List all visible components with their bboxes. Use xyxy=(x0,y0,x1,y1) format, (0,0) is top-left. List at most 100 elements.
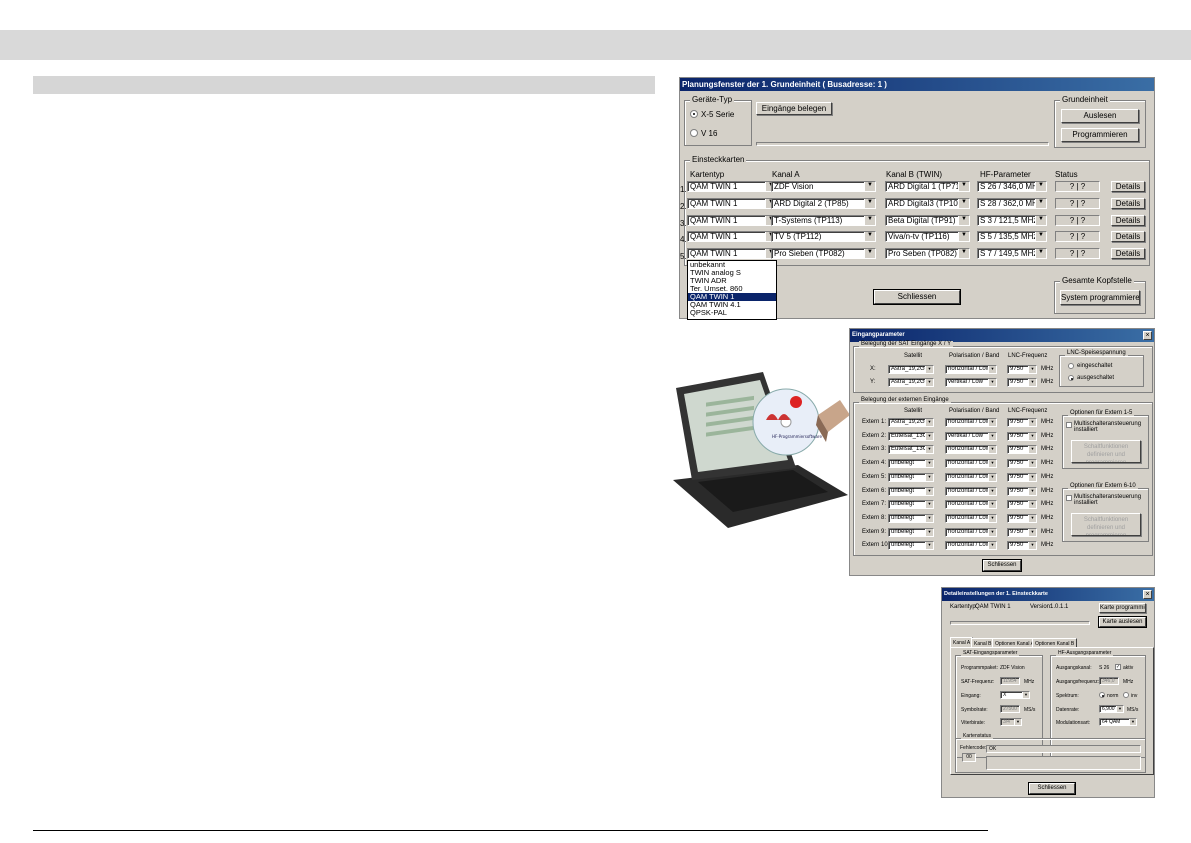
lnc-frequenz-select[interactable]: 9750 ▼ xyxy=(1007,527,1037,537)
eingaenge-belegen-button[interactable]: Eingänge belegen xyxy=(756,102,832,115)
lnc-frequenz-select[interactable]: 9750 ▼ xyxy=(1007,378,1037,387)
footer-line xyxy=(33,830,988,831)
hf-select[interactable]: S 3 / 121,5 MHz ▼ xyxy=(977,215,1047,226)
lnc-frequenz-select[interactable]: 9750 ▼ xyxy=(1007,365,1037,374)
details-button[interactable]: Details xyxy=(1111,231,1145,242)
polarisation-select[interactable]: horizontal / Low ▼ xyxy=(945,513,997,523)
polarisation-select[interactable]: horizontal / Low ▼ xyxy=(945,486,997,496)
multischalter-checkbox-2[interactable] xyxy=(1066,495,1072,501)
lnc-frequenz-select[interactable]: 9750 ▼ xyxy=(1007,431,1037,441)
schaltfunktionen-button-1[interactable]: Schaltfunktionen definieren und programm… xyxy=(1071,440,1141,463)
kartentyp-select[interactable]: QAM TWIN 1▼ xyxy=(687,198,777,209)
kanal-a-select[interactable]: TV 5 (TP112) ▼ xyxy=(771,231,876,242)
details-button[interactable]: Details xyxy=(1111,181,1145,192)
details-button[interactable]: Details xyxy=(1111,215,1145,226)
kartentyp-select[interactable]: QAM TWIN 1▼ xyxy=(687,248,777,259)
satellit-select[interactable]: Astra_19,2GO ▼ xyxy=(888,365,934,374)
aktiv-checkbox[interactable]: ✓ xyxy=(1115,664,1121,670)
kanal-b-select[interactable]: Beta Digital (TP91) ▼ xyxy=(885,215,970,226)
hf-select[interactable]: S 26 / 346,0 MHz ▼ xyxy=(977,181,1047,192)
dropdown-option[interactable]: QPSK-PAL xyxy=(688,309,776,317)
schaltfunktionen-button-2[interactable]: Schaltfunktionen definieren und programm… xyxy=(1071,513,1141,536)
close-icon[interactable]: × xyxy=(1143,331,1152,340)
close-icon[interactable]: × xyxy=(1143,590,1152,599)
sat-frequenz-field: 11954 xyxy=(1000,677,1020,685)
kartentyp-dropdown-list[interactable]: unbekannt TWIN analog S TWIN ADR Ter. Um… xyxy=(687,260,777,320)
karte-auslesen-button[interactable]: Karte auslesen xyxy=(1098,616,1147,628)
kanal-b-select[interactable]: Viva/n-tv (TP116) ▼ xyxy=(885,231,970,242)
lnc-frequenz-select[interactable]: 9750 ▼ xyxy=(1007,445,1037,455)
radio-v16[interactable] xyxy=(690,129,698,137)
system-programmieren-button[interactable]: System programmieren xyxy=(1060,290,1140,305)
details-button[interactable]: Details xyxy=(1111,198,1145,209)
satellit-select[interactable]: Astra_19,2GO ▼ xyxy=(888,378,934,387)
details-button[interactable]: Details xyxy=(1111,248,1145,259)
chevron-down-icon: ▼ xyxy=(1129,719,1136,725)
polarisation-select[interactable]: horizontal / Low ▼ xyxy=(945,527,997,537)
lnc-speise-group: LNC-Speisespannung eingeschaltet ausgesc… xyxy=(1059,350,1144,387)
radio-norm[interactable] xyxy=(1099,692,1105,698)
hf-select[interactable]: S 28 / 362,0 MHz ▼ xyxy=(977,198,1047,209)
modulationsart-select[interactable]: 64 QAM ▼ xyxy=(1099,718,1137,726)
satellit-select[interactable]: unbelegt ▼ xyxy=(888,513,934,523)
eingang-select[interactable]: X ▼ xyxy=(1000,691,1030,699)
kanal-b-select[interactable]: ARD Digital 1 (TP71) ▼ xyxy=(885,181,970,192)
radio-x5-label: X-5 Serie xyxy=(701,110,735,119)
kanal-a-select[interactable]: Pro Sieben (TP082) ▼ xyxy=(771,248,876,259)
lnc-frequenz-select[interactable]: 9750 ▼ xyxy=(1007,459,1037,469)
kartentyp-select[interactable]: QAM TWIN 1▼ xyxy=(687,215,777,226)
lnc-frequenz-select[interactable]: 9750 ▼ xyxy=(1007,513,1037,523)
polarisation-select[interactable]: horizontal / Low ▼ xyxy=(945,365,997,374)
kartentyp-select[interactable]: QAM TWIN 1▼ xyxy=(687,181,777,192)
hf-select[interactable]: S 5 / 135,5 MHz ▼ xyxy=(977,231,1047,242)
eingang-schliessen-button[interactable]: Schliessen xyxy=(982,559,1022,572)
satellit-select[interactable]: unbelegt ▼ xyxy=(888,459,934,469)
polarisation-select[interactable]: vertikal / Low ▼ xyxy=(945,378,997,387)
chevron-down-icon: ▼ xyxy=(1028,542,1036,550)
polarisation-select[interactable]: horizontal / Low ▼ xyxy=(945,472,997,482)
satellit-select[interactable]: Eutelsat_13GO ▼ xyxy=(888,445,934,455)
status-field: ? | ? xyxy=(1055,215,1100,226)
satellit-select[interactable]: unbelegt ▼ xyxy=(888,486,934,496)
polarisation-select[interactable]: horizontal / Low ▼ xyxy=(945,445,997,455)
polarisation-select[interactable]: horizontal / Low ▼ xyxy=(945,459,997,469)
satellit-select[interactable]: unbelegt ▼ xyxy=(888,541,934,551)
kanal-b-select[interactable]: Pro Seben (TP082) ▼ xyxy=(885,248,970,259)
kanal-a-select[interactable]: ARD Digital 2 (TP85) ▼ xyxy=(771,198,876,209)
optionen-6-10-group: Optionen für Extern 6-10 Multischalteran… xyxy=(1062,483,1149,542)
kanal-b-select[interactable]: ARD Digital3 (TP101) ▼ xyxy=(885,198,970,209)
radio-ausgeschaltet[interactable] xyxy=(1068,375,1074,381)
chevron-down-icon: ▼ xyxy=(988,487,996,495)
lnc-frequenz-select[interactable]: 9750 ▼ xyxy=(1007,486,1037,496)
karte-programmieren-button[interactable]: Karte programmieren xyxy=(1099,603,1146,613)
auslesen-button[interactable]: Auslesen xyxy=(1061,109,1139,123)
chevron-down-icon: ▼ xyxy=(864,232,875,241)
radio-inv[interactable] xyxy=(1123,692,1129,698)
kartentyp-select[interactable]: QAM TWIN 1▼ xyxy=(687,231,777,242)
detail-schliessen-button[interactable]: Schliessen xyxy=(1028,782,1076,795)
programmieren-button[interactable]: Programmieren xyxy=(1061,128,1139,142)
kanal-a-select[interactable]: T-Systems (TP113) ▼ xyxy=(771,215,876,226)
schliessen-button[interactable]: Schliessen xyxy=(873,289,961,305)
top-header-bar xyxy=(0,30,1191,60)
satellit-select[interactable]: unbelegt ▼ xyxy=(888,527,934,537)
geraetetyp-group: Geräte-Typ X-5 Serie V 16 xyxy=(684,95,752,146)
radio-eingeschaltet[interactable] xyxy=(1068,363,1074,369)
polarisation-select[interactable]: vertikal / Low ▼ xyxy=(945,431,997,441)
polarisation-select[interactable]: horizontal / Low ▼ xyxy=(945,500,997,510)
lnc-frequenz-select[interactable]: 9750 ▼ xyxy=(1007,418,1037,427)
satellit-select[interactable]: Eutelsat_13GO ▼ xyxy=(888,431,934,441)
satellit-select[interactable]: Astra_19,2GO ▼ xyxy=(888,418,934,427)
lnc-frequenz-select[interactable]: 9750 ▼ xyxy=(1007,472,1037,482)
polarisation-select[interactable]: horizontal / Low ▼ xyxy=(945,541,997,551)
lnc-frequenz-select[interactable]: 9750 ▼ xyxy=(1007,500,1037,510)
satellit-select[interactable]: unbelegt ▼ xyxy=(888,500,934,510)
multischalter-checkbox-1[interactable] xyxy=(1066,422,1072,428)
kanal-a-select[interactable]: ZDF Vision ▼ xyxy=(771,181,876,192)
lnc-frequenz-select[interactable]: 9750 ▼ xyxy=(1007,541,1037,551)
hf-select[interactable]: S 7 / 149,5 MHz ▼ xyxy=(977,248,1047,259)
datenrate-select[interactable]: 6,900 ▼ xyxy=(1099,705,1124,713)
satellit-select[interactable]: unbelegt ▼ xyxy=(888,472,934,482)
polarisation-select[interactable]: horizontal / Low ▼ xyxy=(945,418,997,427)
radio-x5[interactable] xyxy=(690,110,698,118)
